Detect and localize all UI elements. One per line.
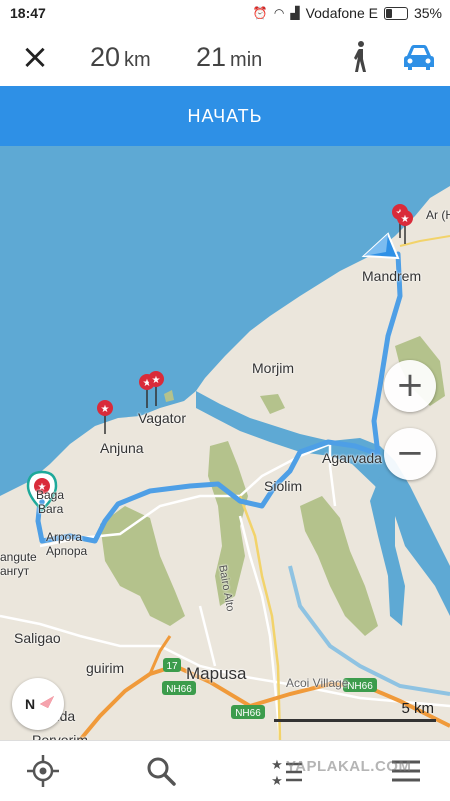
signal-icon: ▟: [290, 6, 300, 20]
place-label-mapusa: Mapusa: [186, 664, 247, 683]
place-label-arpora: Arpora: [46, 530, 83, 544]
place-label-baga: Baga: [36, 488, 65, 502]
place-label-mandrem: Mandrem: [362, 268, 422, 284]
svg-text:NH66: NH66: [166, 684, 192, 695]
duration-value: 21: [196, 42, 227, 72]
car-icon[interactable]: [402, 42, 436, 72]
place-label-baga-2: Bara: [38, 502, 64, 516]
route-distance: 20 km: [90, 42, 151, 73]
place-label-vagator: Vagator: [138, 410, 186, 426]
place-label-calangute-ru: ангут: [0, 564, 30, 578]
place-label-siolim: Siolim: [264, 478, 303, 494]
place-label-guirim: guirim: [86, 660, 125, 676]
map-scale: 5 km: [274, 700, 436, 722]
location-icon[interactable]: [21, 749, 65, 793]
wifi-icon: ◠: [273, 6, 285, 20]
carrier-name: Vodafone E: [305, 5, 378, 21]
distance-unit: km: [124, 49, 151, 71]
walk-icon[interactable]: [348, 40, 372, 74]
place-label-saligao: Saligao: [14, 630, 61, 646]
svg-text:★: ★: [101, 404, 110, 415]
svg-text:★: ★: [401, 214, 410, 225]
scale-bar: [274, 719, 436, 722]
map-canvas: ★ ★ ★ ★ ★ ★: [0, 146, 450, 740]
status-time: 18:47: [10, 5, 46, 21]
svg-text:NH66: NH66: [235, 708, 261, 719]
road-shield-17: 17: [163, 658, 181, 672]
status-bar: 18:47 ⏰ ◠ ▟ Vodafone E 35%: [0, 0, 450, 28]
svg-text:★: ★: [271, 758, 283, 773]
zoom-in-button[interactable]: +: [384, 360, 436, 412]
watermark: YAPLAKAL.COM: [286, 758, 412, 775]
scale-label: 5 km: [401, 700, 434, 717]
place-label-acoi-village: Acoi Village: [286, 676, 349, 690]
svg-text:17: 17: [166, 661, 178, 672]
compass-button[interactable]: N: [12, 678, 64, 730]
search-icon[interactable]: [139, 749, 183, 793]
road-shield-nh66: NH66: [231, 705, 265, 719]
route-duration: 21 min: [196, 42, 262, 73]
place-label-porvorim: Porvorim: [32, 732, 89, 740]
close-icon[interactable]: ×: [18, 40, 52, 74]
place-label-calangute: angute: [0, 550, 37, 564]
place-label-morjim: Morjim: [252, 360, 294, 376]
status-icons: ⏰ ◠ ▟ Vodafone E 35%: [253, 5, 442, 21]
compass-icon: N: [25, 696, 54, 712]
alarm-icon: ⏰: [252, 6, 268, 20]
duration-unit: min: [230, 49, 263, 71]
map-view[interactable]: ★ ★ ★ ★ ★ ★: [0, 146, 450, 740]
svg-text:★: ★: [271, 774, 283, 789]
start-navigation-button[interactable]: НАЧАТЬ: [0, 86, 450, 146]
place-label-arambol: Ar (Ha: [426, 208, 450, 222]
svg-text:NH66: NH66: [347, 681, 373, 692]
distance-value: 20: [90, 42, 121, 72]
svg-text:N: N: [25, 696, 35, 712]
battery-percent: 35%: [413, 5, 442, 21]
place-label-anjuna: Anjuna: [100, 440, 144, 456]
place-label-agarvada: Agarvada: [322, 450, 382, 466]
battery-icon: [383, 6, 408, 20]
svg-text:★: ★: [152, 375, 161, 386]
zoom-out-button[interactable]: −: [384, 428, 436, 480]
route-summary-bar: × 20 km 21 min: [0, 28, 450, 86]
place-label-arpora-ru: Арпора: [46, 544, 88, 558]
